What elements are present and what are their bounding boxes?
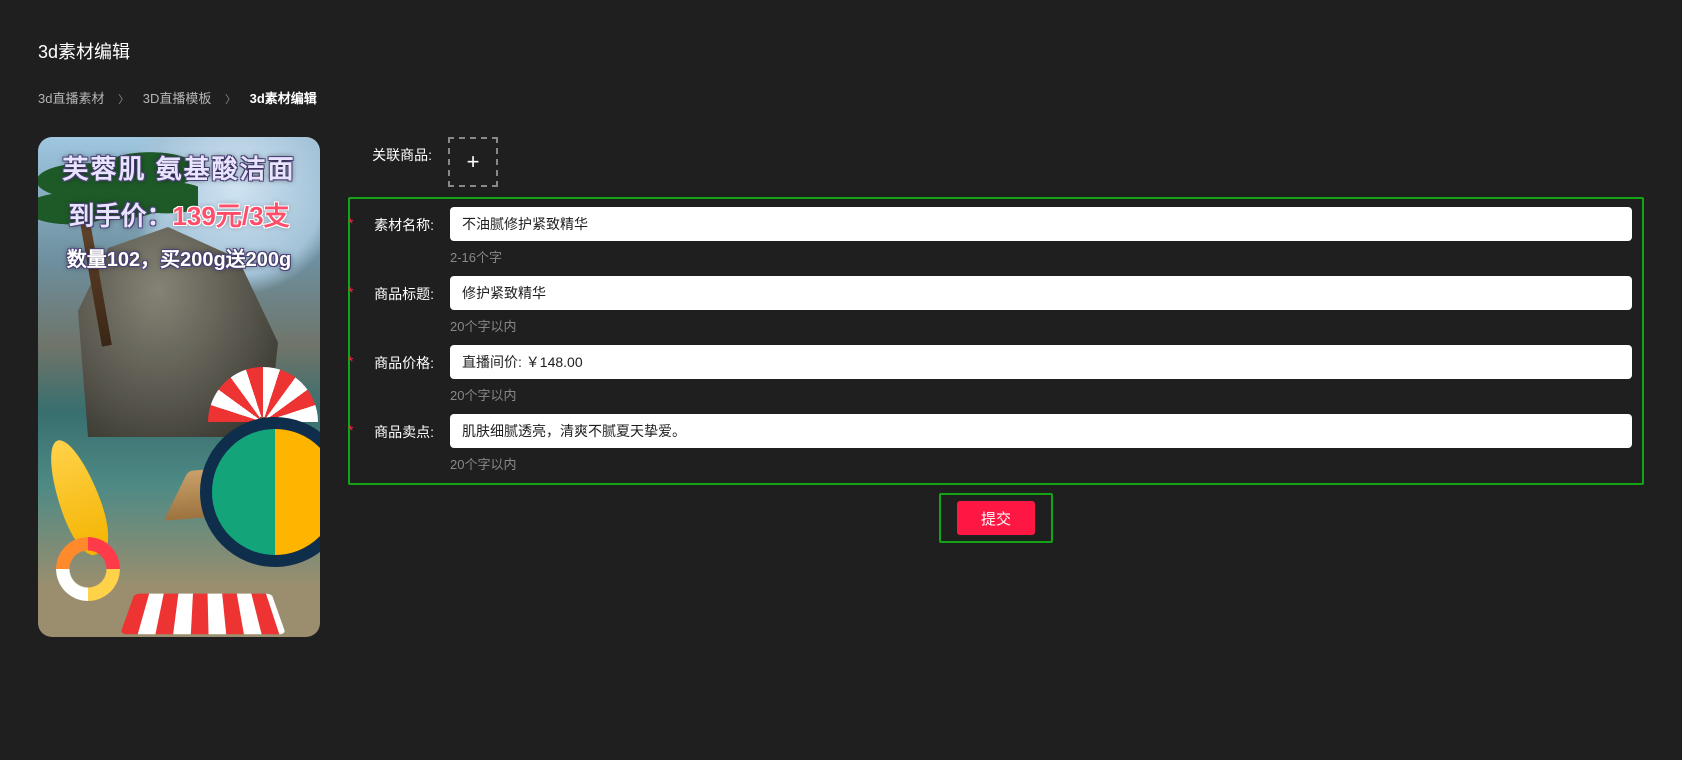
preview-line2-price: 139元/3支 <box>172 201 289 231</box>
preview-line2: 到手价：139元/3支 <box>38 196 320 233</box>
label-product-usp: 商品卖点: <box>350 414 434 442</box>
submit-button[interactable]: 提交 <box>957 501 1035 535</box>
preview-line2-prefix: 到手价： <box>68 201 172 231</box>
hint-product-title: 20个字以内 <box>450 316 1632 335</box>
hint-product-price: 20个字以内 <box>450 385 1632 404</box>
hint-material-name: 2-16个字 <box>450 247 1632 266</box>
crumb-current: 3d素材编辑 <box>250 91 317 106</box>
page-title: 3d素材编辑 <box>38 38 1644 64</box>
material-name-input[interactable] <box>450 207 1632 241</box>
crumb-3d-material[interactable]: 3d直播素材 <box>38 91 104 106</box>
edit-form: 关联商品: + 素材名称: 2-16个字 商品标题: <box>348 137 1644 543</box>
chevron-right-icon: 〉 <box>118 94 129 106</box>
submit-highlight: 提交 <box>939 493 1053 543</box>
hint-product-usp: 20个字以内 <box>450 454 1632 473</box>
crumb-3d-template[interactable]: 3D直播模板 <box>143 91 212 106</box>
preview-card: 芙蓉肌 氨基酸洁面 到手价：139元/3支 数量102，买200g送200g <box>38 137 320 637</box>
label-material-name: 素材名称: <box>350 207 434 235</box>
breadcrumb: 3d直播素材 〉 3D直播模板 〉 3d素材编辑 <box>38 88 1644 107</box>
product-price-input[interactable] <box>450 345 1632 379</box>
product-usp-input[interactable] <box>450 414 1632 448</box>
preview-line1: 芙蓉肌 氨基酸洁面 <box>38 149 320 186</box>
required-fields-group: 素材名称: 2-16个字 商品标题: 20个字以内 商品价格: <box>348 197 1644 485</box>
chevron-right-icon: 〉 <box>225 94 236 106</box>
plus-icon: + <box>467 149 480 175</box>
add-product-button[interactable]: + <box>448 137 498 187</box>
product-title-input[interactable] <box>450 276 1632 310</box>
label-related-product: 关联商品: <box>348 137 432 165</box>
label-product-price: 商品价格: <box>350 345 434 373</box>
preview-line3: 数量102，买200g送200g <box>38 243 320 272</box>
label-product-title: 商品标题: <box>350 276 434 304</box>
